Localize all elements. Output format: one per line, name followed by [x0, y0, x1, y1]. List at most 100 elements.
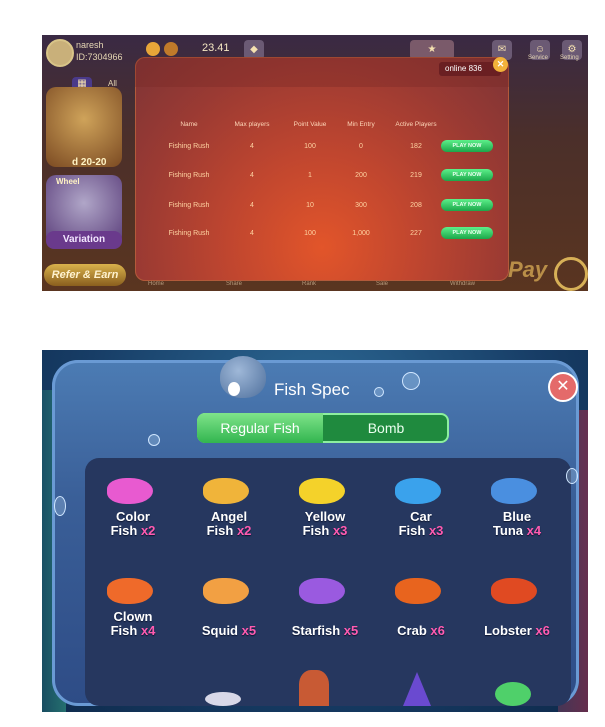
row-name: Fishing Rush — [168, 230, 210, 237]
tab-bomb[interactable]: Bomb — [323, 413, 449, 443]
tab-withdraw[interactable]: Withdraw — [450, 281, 475, 287]
clown-fish-icon — [107, 578, 153, 604]
row-point-value: 100 — [304, 230, 316, 237]
tab-regular-fish[interactable]: Regular Fish — [197, 413, 323, 443]
row-min-entry: 300 — [355, 202, 367, 209]
fish-name-line1: Clown — [113, 609, 153, 624]
pay-icon[interactable] — [554, 257, 588, 291]
fish-name-line1: Car — [410, 509, 432, 524]
username: naresh — [76, 40, 104, 50]
fish-multiplier: x6 — [430, 623, 445, 638]
bubble-icon — [566, 468, 578, 484]
row-active-players: 182 — [410, 143, 422, 150]
fish-type-toggle: Regular Fish Bomb — [197, 413, 449, 443]
fish-name: Squid — [201, 623, 238, 638]
fish-card-car-fish: Car Fish x3 — [373, 470, 469, 560]
turtle-icon — [495, 682, 531, 706]
fish-name-line2: Fish — [110, 623, 138, 638]
fish-multiplier: x2 — [140, 523, 156, 538]
row-name: Fishing Rush — [168, 202, 210, 209]
color-fish-icon — [107, 478, 153, 504]
fish-name-line2: Fish — [302, 523, 330, 538]
row-max-players: 4 — [250, 230, 254, 237]
mascot-face — [228, 382, 240, 396]
fish-card-squid: Squid x5 — [181, 570, 277, 660]
starfish-icon — [299, 578, 345, 604]
fish-card-clown-fish: Clown Fish x4 — [85, 570, 181, 660]
row-active-players: 219 — [410, 172, 422, 179]
play-now-button[interactable]: PLAY NOW — [441, 140, 493, 152]
fish-name: Crab — [397, 623, 427, 638]
row-max-players: 4 — [250, 172, 254, 179]
bubble-icon — [54, 496, 66, 516]
fish-spec-panel: Fish Spec ✕ Regular Fish Bomb Color Fish… — [52, 356, 579, 706]
shark-fin-icon — [403, 672, 431, 706]
fish-grid: Color Fish x2 Angel Fish x2 Yellow Fish … — [85, 458, 571, 706]
bottom-tab-bar: Home Share Rank Sale Withdraw — [132, 281, 562, 291]
crab-icon — [395, 578, 441, 604]
row-max-players: 4 — [250, 202, 254, 209]
close-icon[interactable]: ✕ — [548, 372, 578, 402]
row-active-players: 227 — [410, 230, 422, 237]
fish-name-line1: Angel — [210, 509, 248, 524]
refer-earn-button[interactable]: Refer & Earn — [44, 264, 126, 286]
angel-fish-icon — [203, 478, 249, 504]
play-now-button[interactable]: PLAY NOW — [441, 169, 493, 181]
fish-card-color-fish: Color Fish x2 — [85, 470, 181, 560]
fish-multiplier: x2 — [236, 523, 252, 538]
fish-multiplier: x3 — [332, 523, 348, 538]
avatar[interactable] — [46, 39, 74, 67]
bubble-icon — [402, 372, 420, 390]
row-point-value: 1 — [308, 172, 312, 179]
game-card-20-20[interactable] — [46, 87, 122, 167]
fish-card-lobster: Lobster x6 — [469, 570, 565, 660]
setting-label: Setting — [560, 55, 579, 61]
service-label: Service — [528, 55, 549, 61]
row-min-entry: 1,000 — [352, 230, 370, 237]
fish-card-crab: Crab x6 — [373, 570, 469, 660]
tab-share[interactable]: Share — [226, 281, 242, 287]
blue-tuna-icon — [491, 478, 537, 504]
col-point-value: Point Value — [293, 121, 327, 128]
add-coin-icon[interactable] — [164, 42, 178, 56]
tab-sale[interactable]: Sale — [376, 281, 388, 287]
panel-title: Fish Spec — [274, 380, 350, 399]
fish-name-line2: Tuna — [492, 523, 523, 538]
bubble-icon — [374, 387, 384, 397]
fish-name-line2: Fish — [206, 523, 234, 538]
coin-icon — [146, 42, 160, 56]
fish-name-line2: Fish — [110, 523, 138, 538]
fish-multiplier: x4 — [140, 623, 156, 638]
fish-name-line2: Fish — [398, 523, 426, 538]
col-name: Name — [180, 121, 198, 128]
col-active-players: Active Players — [395, 121, 437, 128]
lobster-icon — [491, 578, 537, 604]
shark-mascot-icon — [220, 356, 266, 398]
balance: 23.41 — [202, 42, 230, 54]
tab-home[interactable]: Home — [148, 281, 164, 287]
user-id: ID:7304966 — [76, 52, 123, 62]
online-count: online 836 — [439, 62, 501, 76]
pay-button[interactable]: Pay — [508, 257, 547, 283]
row-name: Fishing Rush — [168, 143, 210, 150]
game-card-label: d 20-20 — [72, 157, 107, 168]
tab-rank[interactable]: Rank — [302, 281, 316, 287]
fish-card-yellow-fish: Yellow Fish x3 — [277, 470, 373, 560]
fish-name-line1: Yellow — [304, 509, 346, 524]
play-now-button[interactable]: PLAY NOW — [441, 227, 493, 239]
fish-card-starfish: Starfish x5 — [277, 570, 373, 660]
fish-spec-screenshot: Fish Spec ✕ Regular Fish Bomb Color Fish… — [42, 350, 588, 712]
fish-multiplier: x3 — [428, 523, 444, 538]
yellow-fish-icon — [299, 478, 345, 504]
wheel-label: Wheel — [56, 177, 80, 186]
fish-multiplier: x5 — [343, 623, 359, 638]
fish-name: Starfish — [291, 623, 341, 638]
row-min-entry: 0 — [359, 143, 363, 150]
variation-button[interactable]: Variation — [46, 231, 122, 249]
shrimp-icon — [299, 670, 329, 706]
col-min-entry: Min Entry — [347, 121, 375, 128]
play-now-button[interactable]: PLAY NOW — [441, 199, 493, 211]
close-icon[interactable]: ✕ — [493, 57, 508, 72]
col-max-players: Max players — [234, 121, 270, 128]
row-point-value: 10 — [306, 202, 314, 209]
